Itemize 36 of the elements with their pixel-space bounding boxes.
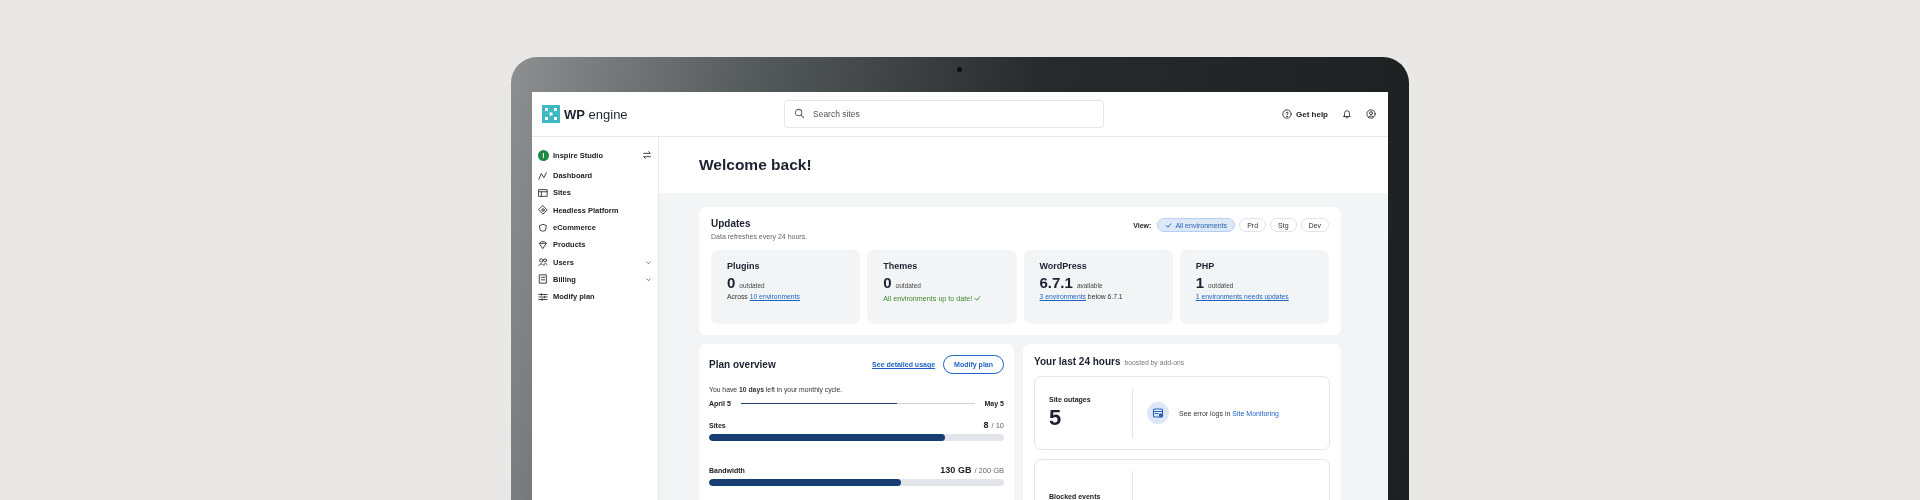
line-chart-icon [538, 170, 548, 181]
diamond-icon [538, 205, 548, 216]
metric-value: 5 [1049, 404, 1063, 431]
logo[interactable]: WP engine [542, 105, 784, 123]
card-title: Plan overview [709, 359, 777, 370]
stat-title: Plugins [727, 261, 761, 271]
sliders-icon [538, 291, 548, 302]
account-icon[interactable] [1366, 109, 1376, 119]
swap-icon[interactable] [642, 150, 652, 160]
check-icon [974, 295, 982, 302]
stat-value: 0 [883, 274, 892, 291]
card-title: Updates [711, 218, 752, 229]
users-icon [538, 257, 548, 268]
card-title: Your last 24 hours [1034, 356, 1121, 367]
stat-value: 0 [727, 274, 736, 291]
camera-dot [957, 67, 962, 72]
receipt-icon [538, 274, 548, 285]
meter-used: 8 [983, 420, 989, 430]
logo-icon [542, 105, 560, 123]
gem-icon [538, 239, 548, 250]
search-field[interactable]: Search sites [784, 100, 1104, 128]
question-icon [1282, 109, 1292, 119]
logo-text: WP engine [564, 106, 628, 122]
stat-title: PHP [1195, 261, 1216, 271]
search-icon [794, 108, 805, 119]
stat-value: 6.7.1 [1039, 274, 1073, 291]
meter-used: 130 GB [940, 465, 972, 475]
stat-value: 1 [1195, 274, 1205, 291]
help-button[interactable]: Get help [1282, 109, 1328, 119]
welcome-heading: Welcome back! [699, 156, 812, 174]
layout-icon [538, 187, 548, 198]
check-icon [1165, 221, 1173, 229]
stat-title: WordPress [1039, 261, 1088, 271]
bell-icon[interactable] [1342, 109, 1352, 119]
stat-title: Themes [883, 261, 919, 271]
monitor-icon [1147, 402, 1169, 424]
